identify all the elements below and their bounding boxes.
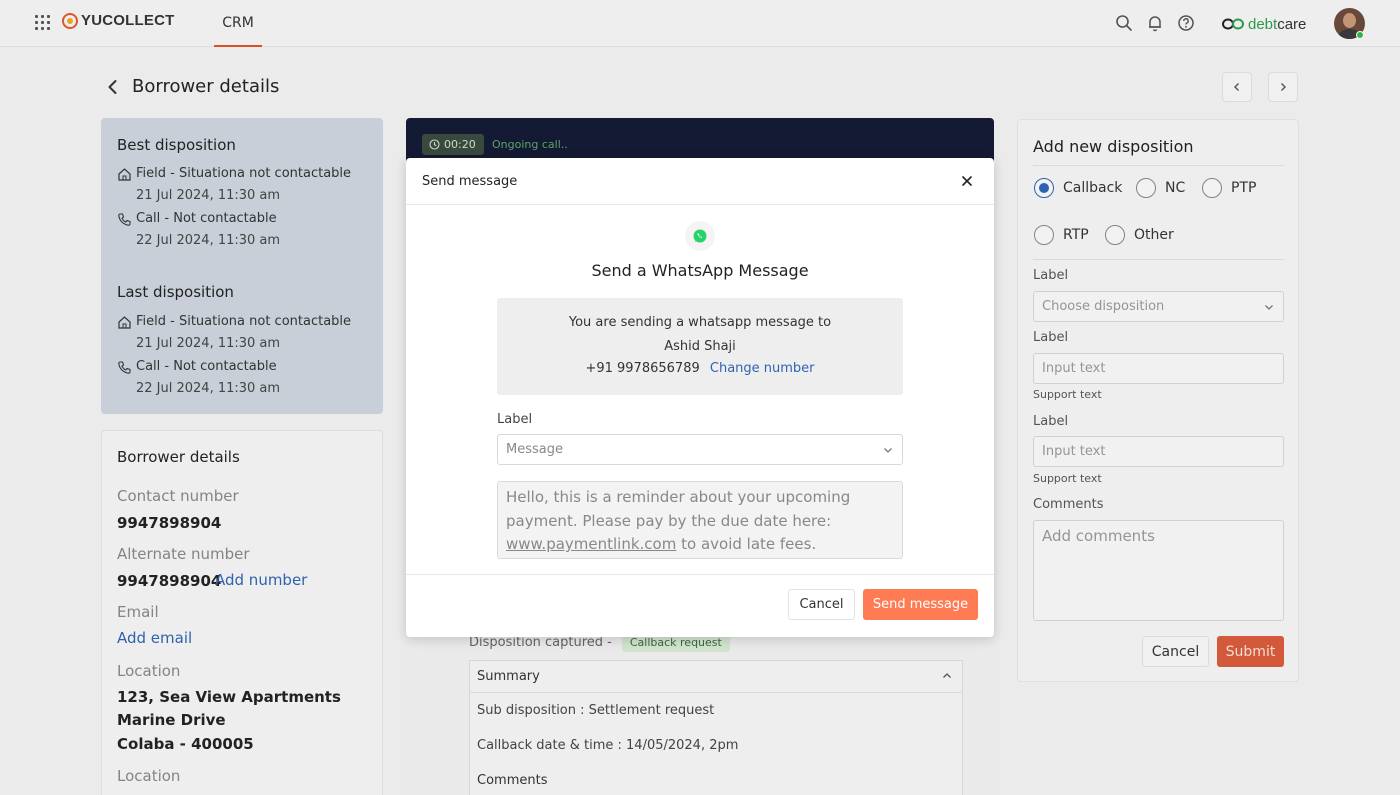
whatsapp-icon xyxy=(693,229,707,243)
recipient-info-box: You are sending a whatsapp message to As… xyxy=(497,298,903,395)
modal-heading: Send a WhatsApp Message xyxy=(591,261,809,280)
modal-footer-divider xyxy=(406,574,994,575)
payment-link[interactable]: www.paymentlink.com xyxy=(506,535,676,553)
recipient-name: Ashid Shaji xyxy=(664,339,736,354)
send-message-button[interactable]: Send message xyxy=(863,589,978,620)
change-number-link[interactable]: Change number xyxy=(710,361,815,376)
send-message-modal: Send message Send a WhatsApp Message You… xyxy=(406,158,994,637)
recipient-phone-row: +91 9978656789 Change number xyxy=(497,361,903,376)
close-icon[interactable] xyxy=(959,173,975,189)
whatsapp-icon-wrapper xyxy=(685,221,715,251)
message-textarea[interactable]: Hello, this is a reminder about your upc… xyxy=(497,481,903,559)
recipient-phone: +91 9978656789 xyxy=(585,361,700,376)
message-template-select[interactable]: Message xyxy=(497,434,903,465)
chevron-down-icon xyxy=(884,448,892,453)
modal-title: Send message xyxy=(422,174,518,189)
modal-cancel-button[interactable]: Cancel xyxy=(788,589,855,620)
info-line: You are sending a whatsapp message to xyxy=(568,315,832,330)
modal-divider xyxy=(406,204,994,205)
message-label: Label xyxy=(497,412,533,427)
